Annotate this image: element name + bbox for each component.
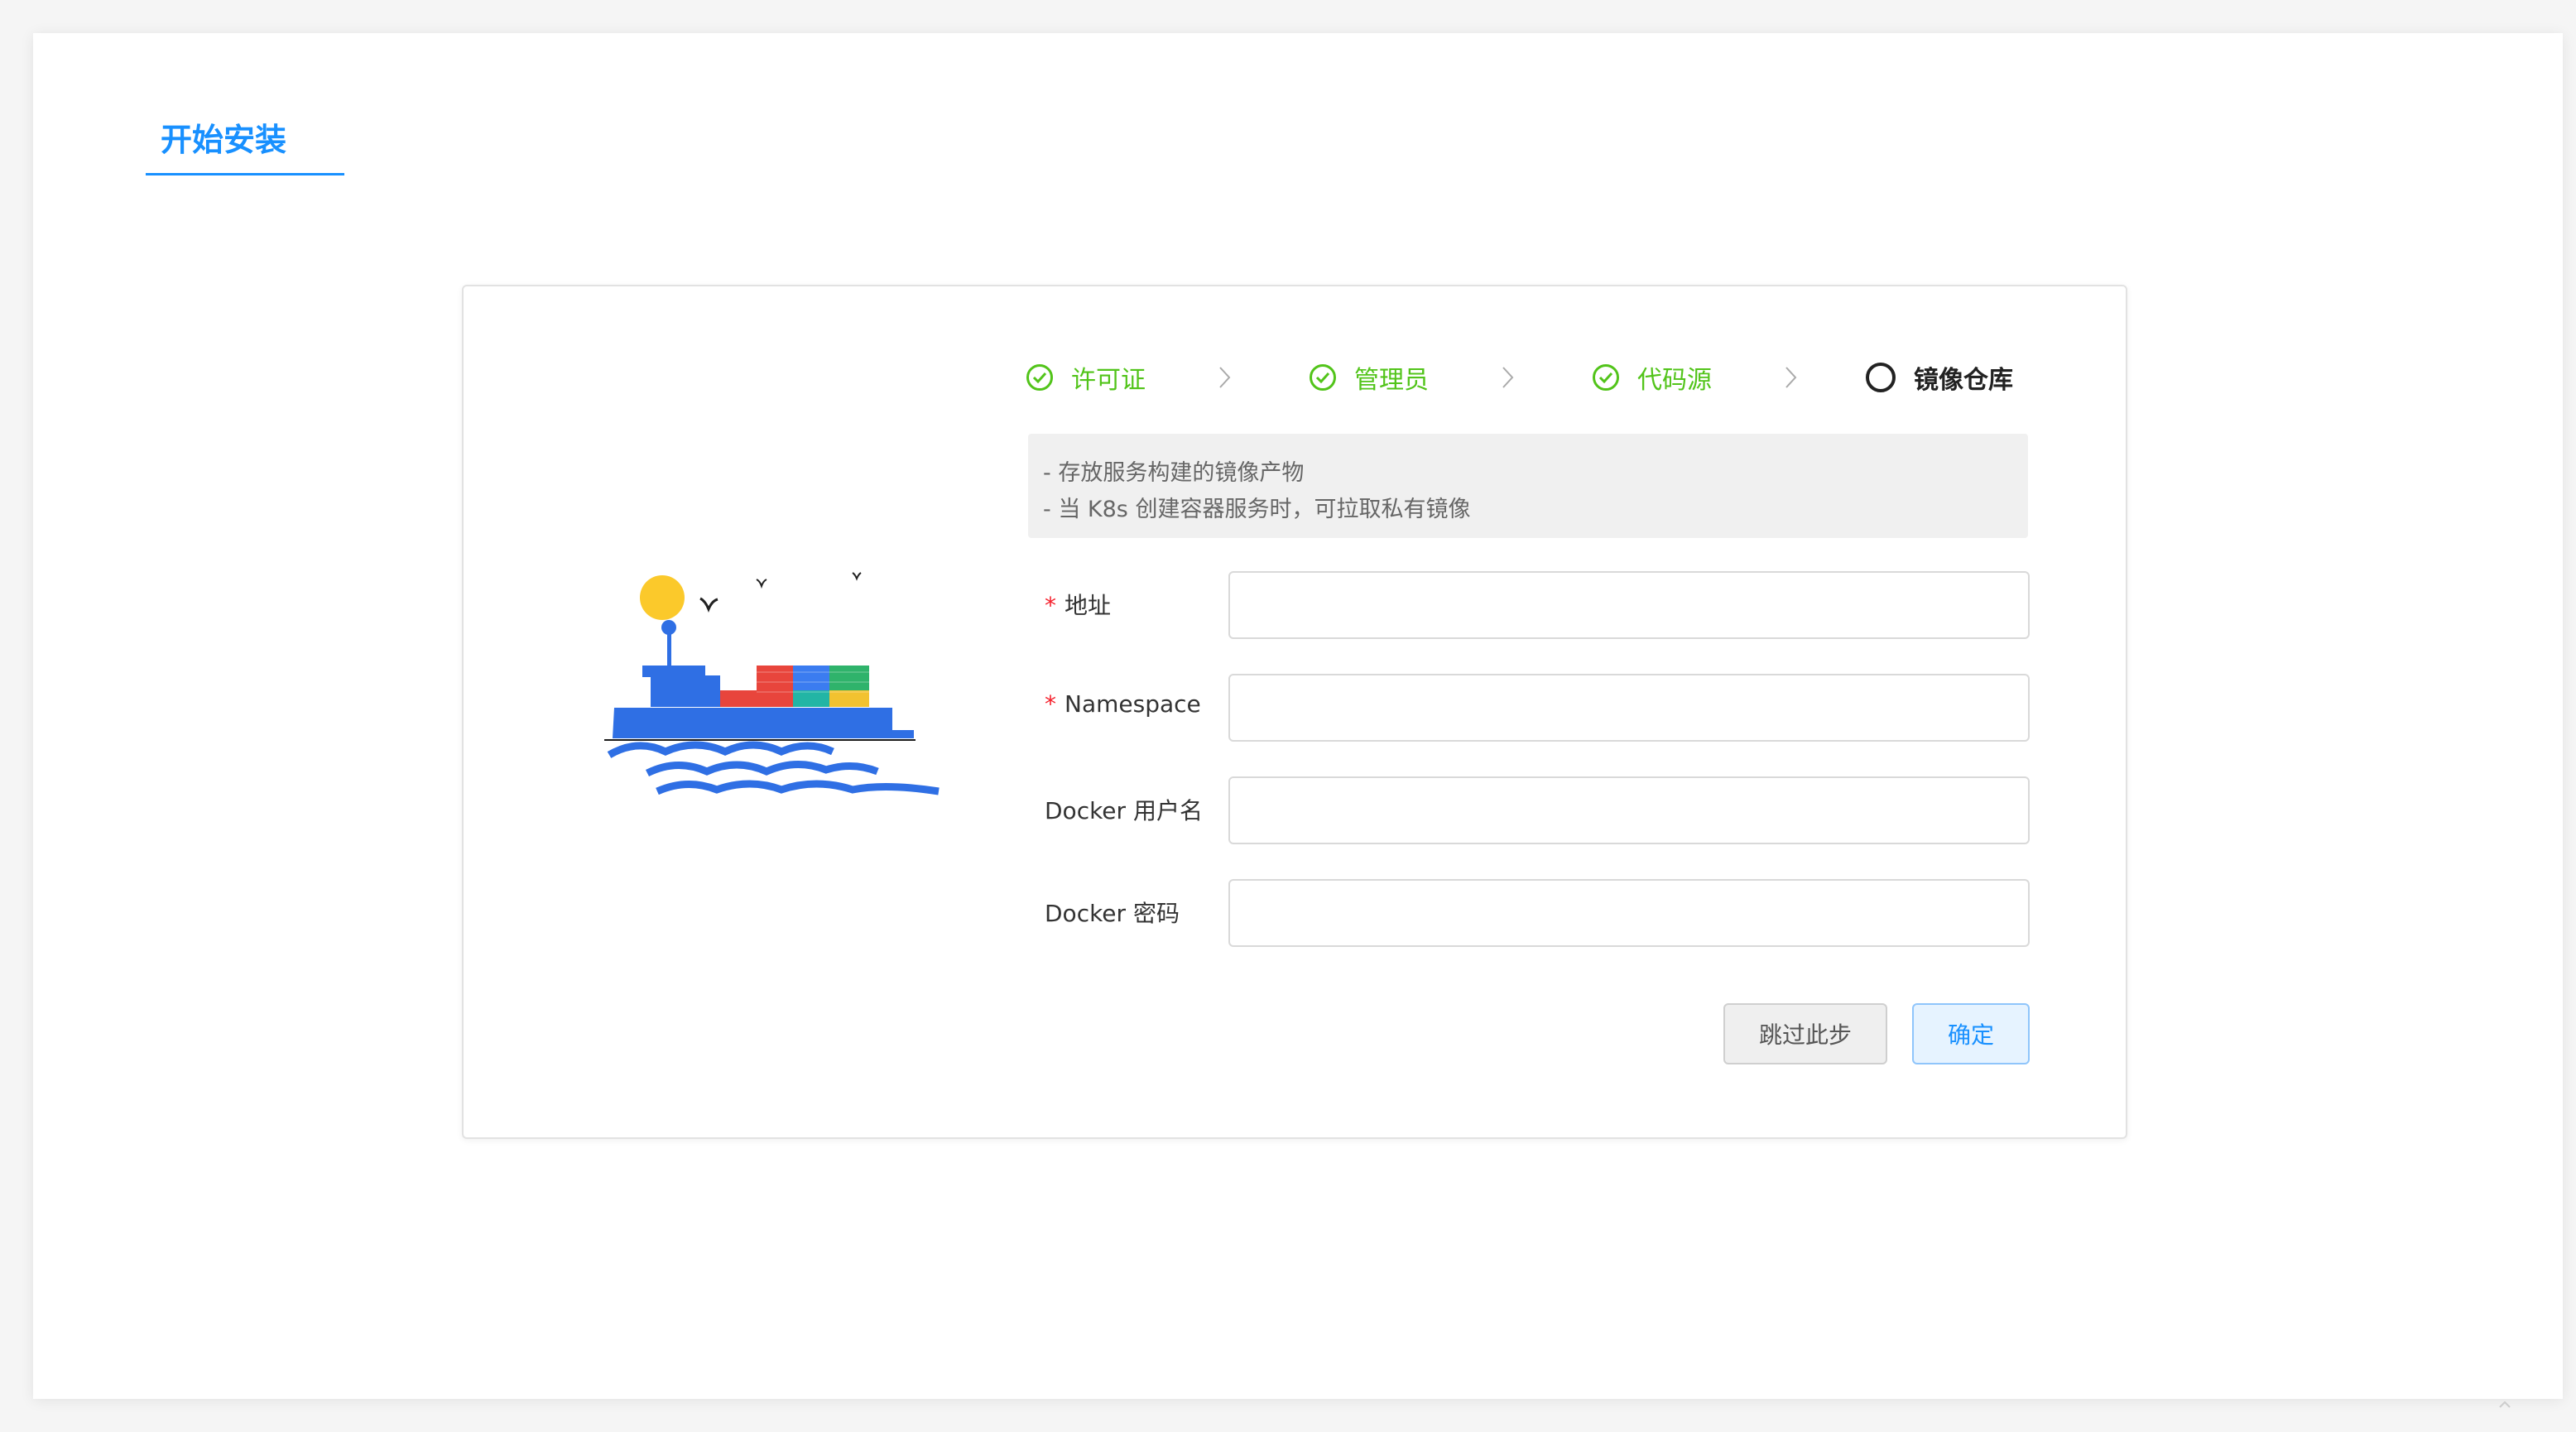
confirm-button[interactable]: 确定	[1912, 1003, 2030, 1064]
check-circle-icon	[1593, 364, 1619, 391]
skip-step-button[interactable]: 跳过此步	[1723, 1003, 1887, 1064]
bird-icon	[699, 597, 718, 613]
step-license-label: 许可证	[1071, 366, 1146, 395]
docker-username-label: Docker 用户名	[1045, 797, 1203, 824]
address-input[interactable]	[1228, 571, 2030, 639]
wave	[607, 741, 834, 758]
chevron-right-icon	[1502, 367, 1514, 388]
namespace-label: * Namespace	[1045, 690, 1201, 718]
chevron-right-icon	[1219, 367, 1231, 388]
form-row-docker-password: Docker 密码	[1045, 879, 2030, 947]
step-code-source-label: 代码源	[1637, 366, 1712, 395]
step-admin-label: 管理员	[1354, 366, 1429, 395]
required-mark: *	[1045, 592, 1056, 619]
tab-start-install[interactable]: 开始安装	[146, 98, 344, 175]
registry-info-box: - 存放服务构建的镜像产物 - 当 K8s 创建容器服务时，可拉取私有镜像	[1028, 434, 2028, 538]
step-image-registry-label: 镜像仓库	[1914, 366, 2013, 395]
form-row-docker-username: Docker 用户名	[1045, 776, 2030, 844]
wave	[656, 780, 940, 795]
sun-icon	[640, 575, 685, 620]
step-admin[interactable]: 管理员	[1310, 358, 1429, 397]
bird-icon	[756, 579, 767, 589]
docker-password-label: Docker 密码	[1045, 900, 1180, 927]
step-license[interactable]: 许可证	[1026, 358, 1146, 397]
step-code-source[interactable]: 代码源	[1593, 358, 1712, 397]
namespace-input[interactable]	[1228, 674, 2030, 742]
circle-icon	[1866, 363, 1896, 392]
docker-password-input[interactable]	[1228, 879, 2030, 947]
check-circle-icon	[1026, 364, 1053, 391]
tab-start-install-label: 开始安装	[161, 122, 287, 158]
required-mark: *	[1045, 690, 1056, 718]
step-image-registry[interactable]: 镜像仓库	[1866, 358, 2013, 397]
docker-username-input[interactable]	[1228, 776, 2030, 844]
install-steps: 许可证 管理员 代码源 镜像仓库	[1026, 358, 2030, 397]
info-line: - 当 K8s 创建容器服务时，可拉取私有镜像	[1043, 497, 1471, 522]
container-ship-illustration	[604, 572, 940, 795]
ship-hull	[613, 708, 914, 738]
wave	[645, 760, 879, 777]
info-line: - 存放服务构建的镜像产物	[1043, 460, 1305, 486]
address-label: * 地址	[1045, 592, 1112, 619]
bird-icon	[852, 572, 862, 581]
check-circle-icon	[1310, 364, 1336, 391]
scroll-top-icon[interactable]	[2497, 1399, 2513, 1409]
form-row-namespace: * Namespace	[1045, 674, 2030, 742]
chevron-right-icon	[1785, 367, 1797, 388]
form-row-address: * 地址	[1045, 571, 2030, 639]
